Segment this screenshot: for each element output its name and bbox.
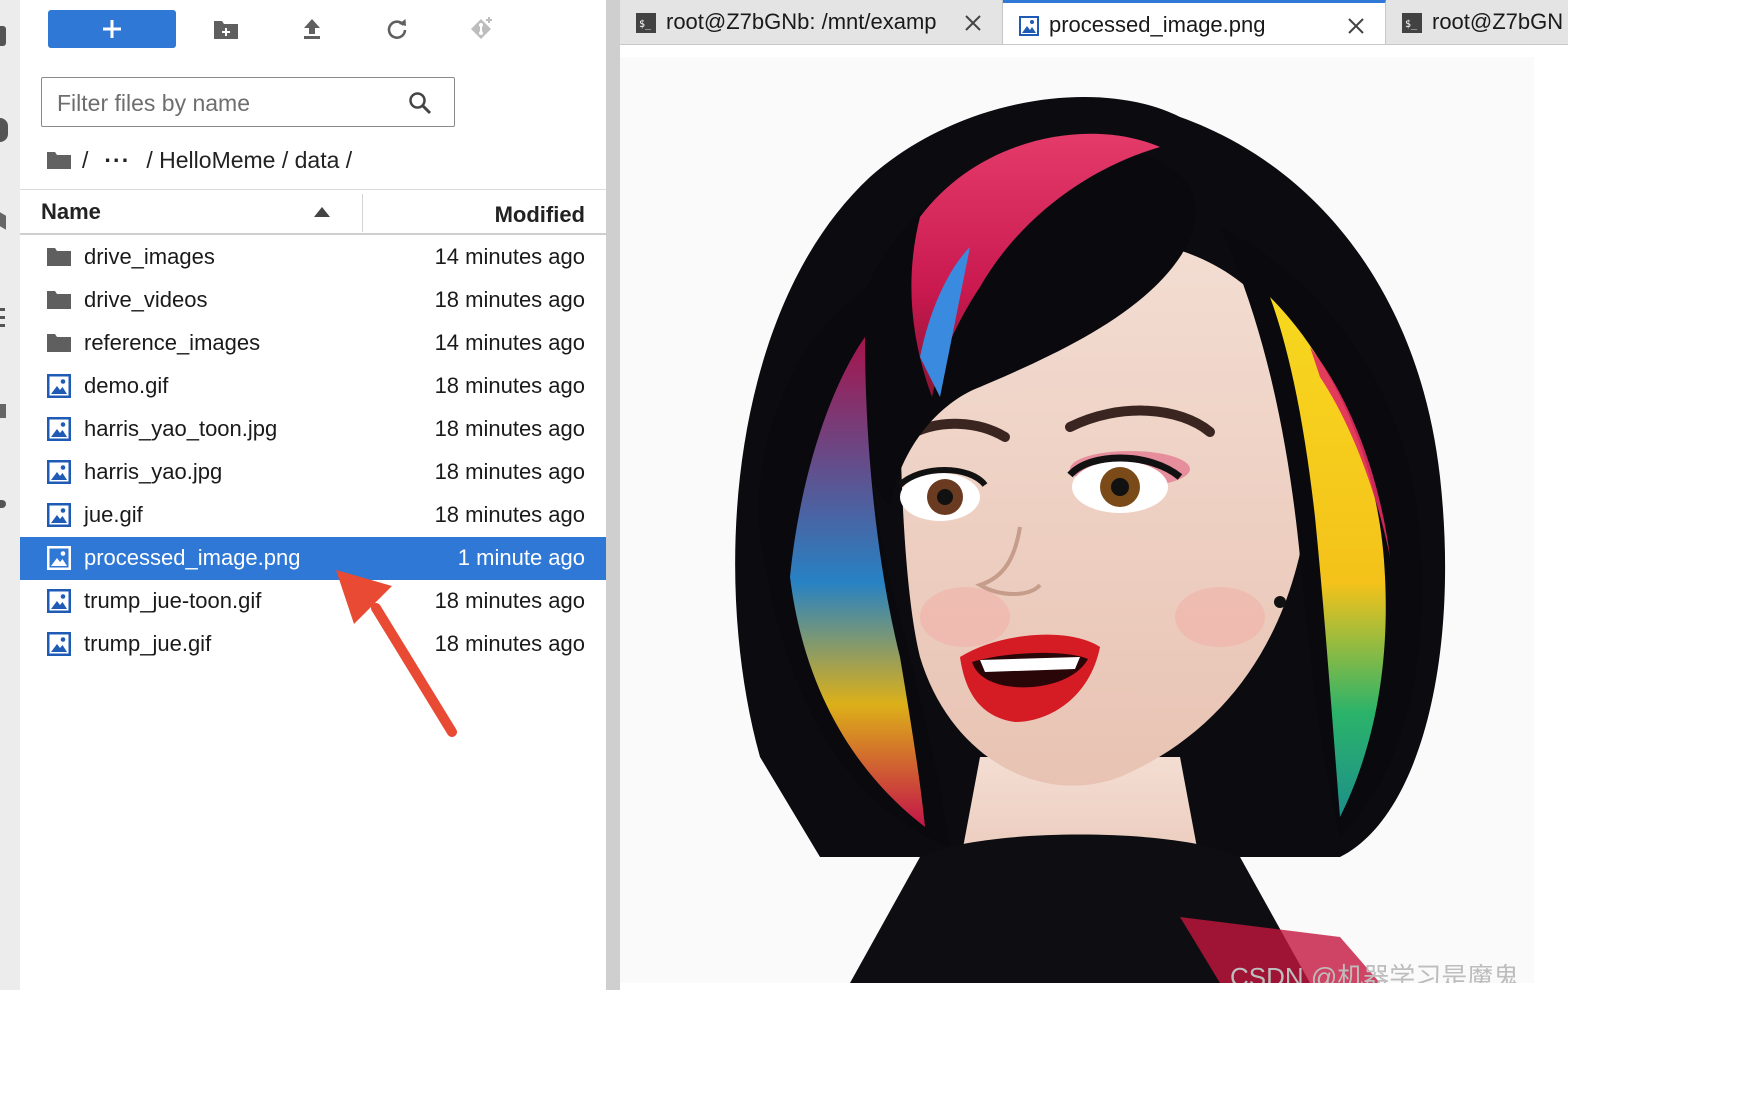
git-icon <box>471 17 492 39</box>
image-file-icon <box>47 546 71 570</box>
breadcrumb-ellipsis[interactable]: ··· <box>104 147 130 174</box>
search-icon <box>409 92 432 115</box>
activity-icon-folder[interactable] <box>0 26 6 46</box>
folder-icon <box>47 334 71 352</box>
refresh-button[interactable] <box>367 10 427 48</box>
close-icon[interactable] <box>964 14 982 32</box>
filter-files-input[interactable] <box>55 86 399 120</box>
file-browser-panel: / ··· / HelloMeme / data / Name Modified… <box>20 0 606 990</box>
svg-text:$_: $_ <box>639 19 652 30</box>
image-viewer: CSDN @机器学习是魔鬼 <box>620 45 1568 990</box>
file-name: harris_yao.jpg <box>84 459 223 484</box>
image-icon <box>1019 16 1039 36</box>
file-modified: 18 minutes ago <box>434 416 585 441</box>
image-file-icon <box>47 460 71 484</box>
panel-splitter[interactable] <box>606 0 620 990</box>
processed-image-illustration <box>735 97 1446 983</box>
watermark: CSDN @机器学习是魔鬼 <box>1230 962 1520 983</box>
file-name: reference_images <box>84 330 261 355</box>
image-canvas: CSDN @机器学习是魔鬼 <box>620 57 1534 983</box>
new-launcher-button[interactable] <box>48 10 176 48</box>
file-row[interactable]: jue.gif 18 minutes ago <box>20 494 606 537</box>
svg-text:$_: $_ <box>1405 19 1418 30</box>
git-clone-button[interactable] <box>452 10 512 48</box>
file-list-header: Name Modified <box>20 189 606 235</box>
activity-icon-misc[interactable] <box>0 500 6 508</box>
file-modified: 18 minutes ago <box>434 287 585 312</box>
close-icon[interactable] <box>1347 17 1365 35</box>
filter-files-box <box>41 77 455 127</box>
file-row[interactable]: processed_image.png 1 minute ago <box>20 537 606 580</box>
file-name: drive_images <box>84 244 215 269</box>
upload-button[interactable] <box>282 10 342 48</box>
new-folder-icon <box>214 21 238 39</box>
image-file-icon <box>47 503 71 527</box>
file-modified: 14 minutes ago <box>434 244 585 269</box>
terminal-icon: $_ <box>1402 13 1422 33</box>
column-header-name[interactable]: Name <box>41 199 101 225</box>
image-file-icon <box>47 417 71 441</box>
file-name: jue.gif <box>84 502 143 527</box>
plus-icon <box>103 20 121 38</box>
breadcrumb-root[interactable]: / <box>82 147 88 174</box>
activity-icon-git[interactable] <box>0 212 6 230</box>
activity-sidebar <box>0 0 21 990</box>
file-modified: 18 minutes ago <box>434 459 585 484</box>
file-modified: 18 minutes ago <box>434 502 585 527</box>
file-modified: 14 minutes ago <box>434 330 585 355</box>
tab-terminal-2[interactable]: $_ root@Z7bGN <box>1386 0 1568 44</box>
file-row[interactable]: trump_jue-toon.gif 18 minutes ago <box>20 580 606 623</box>
breadcrumb-path[interactable]: / HelloMeme / data / <box>146 147 352 174</box>
file-modified: 1 minute ago <box>457 545 585 570</box>
file-name: trump_jue-toon.gif <box>84 588 262 613</box>
document-tab-bar: $_ root@Z7bGNb: /mnt/examp processed_ima… <box>620 0 1568 45</box>
file-row[interactable]: trump_jue.gif 18 minutes ago <box>20 623 606 666</box>
breadcrumb: / ··· / HelloMeme / data / <box>46 144 352 176</box>
folder-row[interactable]: drive_videos 18 minutes ago <box>20 279 606 322</box>
activity-icon-running[interactable] <box>0 118 8 142</box>
upload-icon <box>304 19 320 39</box>
tab-processed-image[interactable]: processed_image.png <box>1003 0 1386 44</box>
image-file-icon <box>47 374 71 398</box>
file-name: harris_yao_toon.jpg <box>84 416 278 441</box>
file-list: drive_images 14 minutes ago drive_videos 18… <box>20 236 606 666</box>
folder-row[interactable]: reference_images 14 minutes ago <box>20 322 606 365</box>
file-row[interactable]: harris_yao_toon.jpg 18 minutes ago <box>20 408 606 451</box>
folder-row[interactable]: drive_images 14 minutes ago <box>20 236 606 279</box>
image-file-icon <box>47 632 71 656</box>
new-folder-button[interactable] <box>196 10 256 48</box>
terminal-icon: $_ <box>636 13 656 33</box>
tab-label: root@Z7bGNb: /mnt/examp <box>666 9 937 34</box>
file-name: demo.gif <box>84 373 169 398</box>
file-name: trump_jue.gif <box>84 631 212 656</box>
file-name: drive_videos <box>84 287 208 312</box>
file-modified: 18 minutes ago <box>434 373 585 398</box>
activity-icon-extensions[interactable] <box>0 404 6 418</box>
file-name: processed_image.png <box>84 545 301 570</box>
annotation-arrow <box>336 570 457 737</box>
folder-icon <box>47 291 71 309</box>
file-row[interactable]: harris_yao.jpg 18 minutes ago <box>20 451 606 494</box>
folder-icon <box>47 248 71 266</box>
activity-icon-toc[interactable] <box>0 308 5 330</box>
tab-label: root@Z7bGN <box>1432 9 1564 34</box>
tab-terminal-1[interactable]: $_ root@Z7bGNb: /mnt/examp <box>620 0 1003 44</box>
image-file-icon <box>47 589 71 613</box>
sort-ascending-icon[interactable] <box>314 207 330 217</box>
folder-home-icon[interactable] <box>46 150 72 170</box>
refresh-icon <box>387 19 407 39</box>
file-row[interactable]: demo.gif 18 minutes ago <box>20 365 606 408</box>
tab-label: processed_image.png <box>1049 12 1266 37</box>
column-header-modified[interactable]: Modified <box>495 202 585 228</box>
column-resize-handle[interactable] <box>362 194 363 232</box>
